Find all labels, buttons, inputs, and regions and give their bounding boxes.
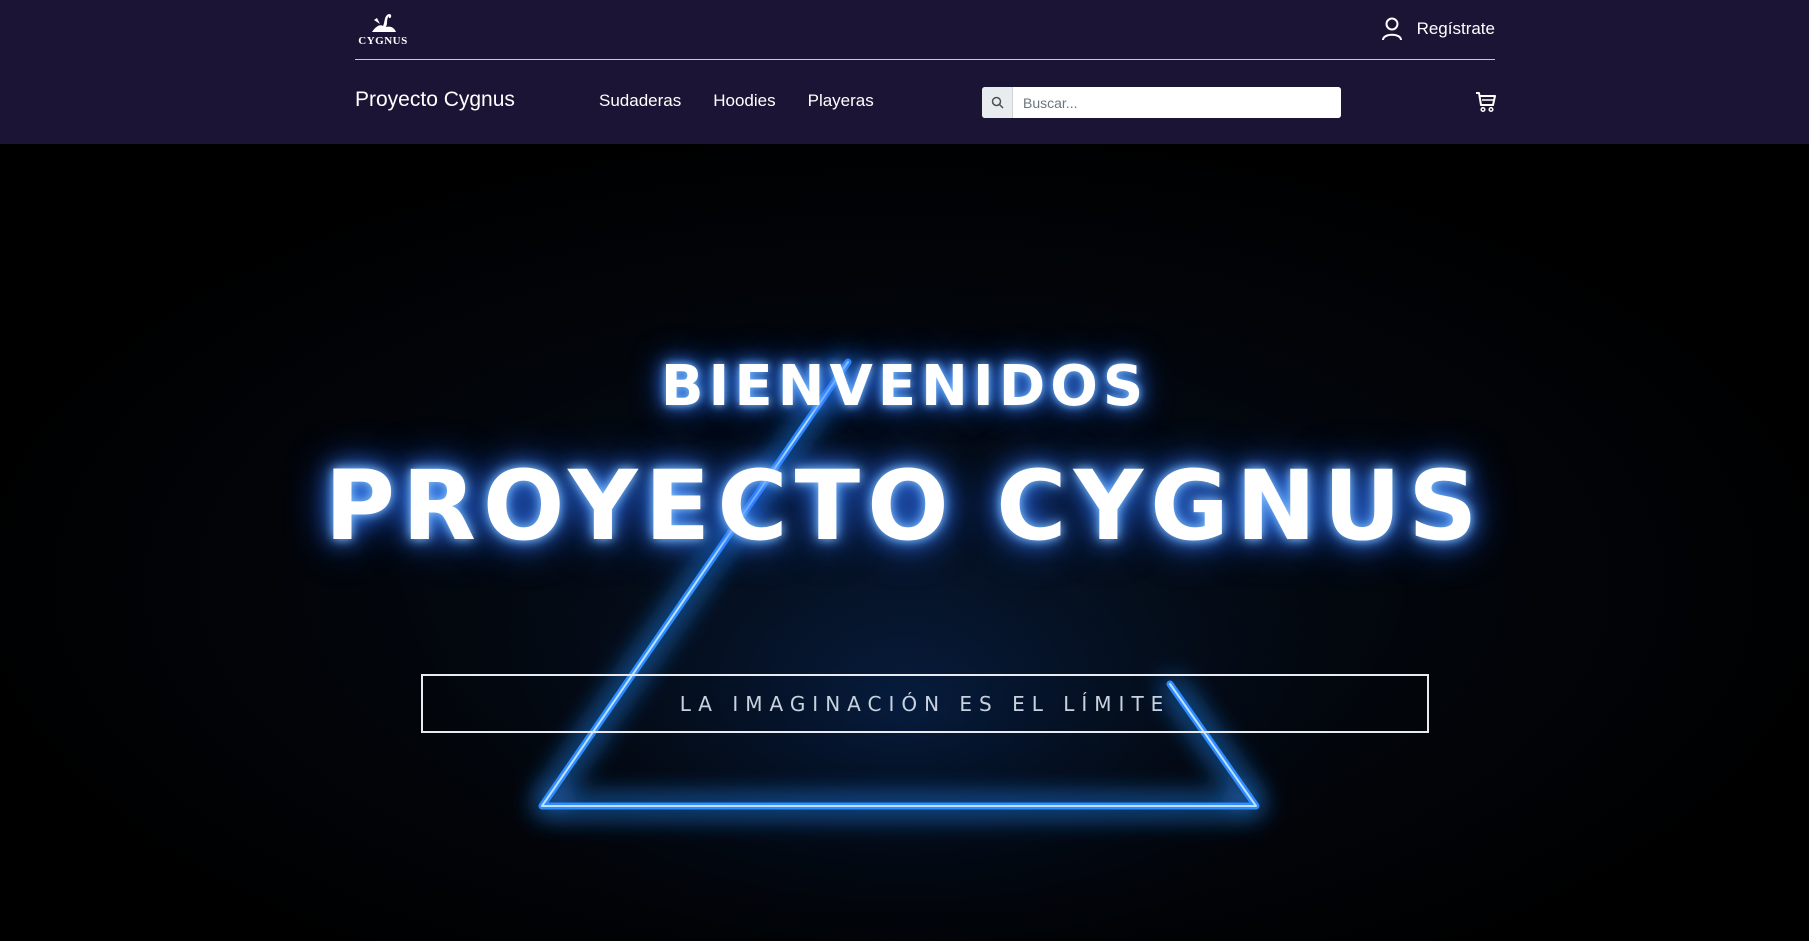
hero-headline: PROYECTO CYGNUS (324, 450, 1485, 562)
search-input[interactable] (1013, 87, 1341, 118)
header-divider (355, 59, 1495, 60)
tagline-text: LA IMAGINACIÓN ES EL LÍMITE (679, 691, 1171, 716)
cart-icon (1476, 92, 1496, 113)
welcome-title: BIENVENIDOS (660, 354, 1149, 419)
brand-name[interactable]: Proyecto Cygnus (355, 88, 515, 112)
cart-button[interactable] (1475, 91, 1497, 113)
register-link[interactable]: Regístrate (1381, 16, 1495, 42)
logo-text: CYGNUS (358, 35, 408, 47)
cygnus-logo[interactable]: CYGNUS (355, 12, 411, 50)
hero-banner: BIENVENIDOS PROYECTO CYGNUS LA IMAGINACI… (0, 144, 1809, 941)
nav-hoodies[interactable]: Hoodies (713, 91, 775, 111)
user-icon (1381, 17, 1402, 41)
search-button[interactable] (982, 87, 1013, 118)
nav-sudaderas[interactable]: Sudaderas (599, 91, 681, 111)
register-label: Regístrate (1416, 19, 1495, 38)
swan-logo-icon (372, 13, 396, 33)
search-bar (982, 87, 1341, 118)
nav-playeras[interactable]: Playeras (808, 91, 874, 111)
main-nav: Sudaderas Hoodies Playeras (599, 91, 874, 111)
tagline-box: LA IMAGINACIÓN ES EL LÍMITE (421, 674, 1429, 733)
top-navbar: CYGNUS Regístrate Proyecto Cygnus Sudade… (0, 0, 1809, 144)
search-icon (991, 96, 1004, 109)
